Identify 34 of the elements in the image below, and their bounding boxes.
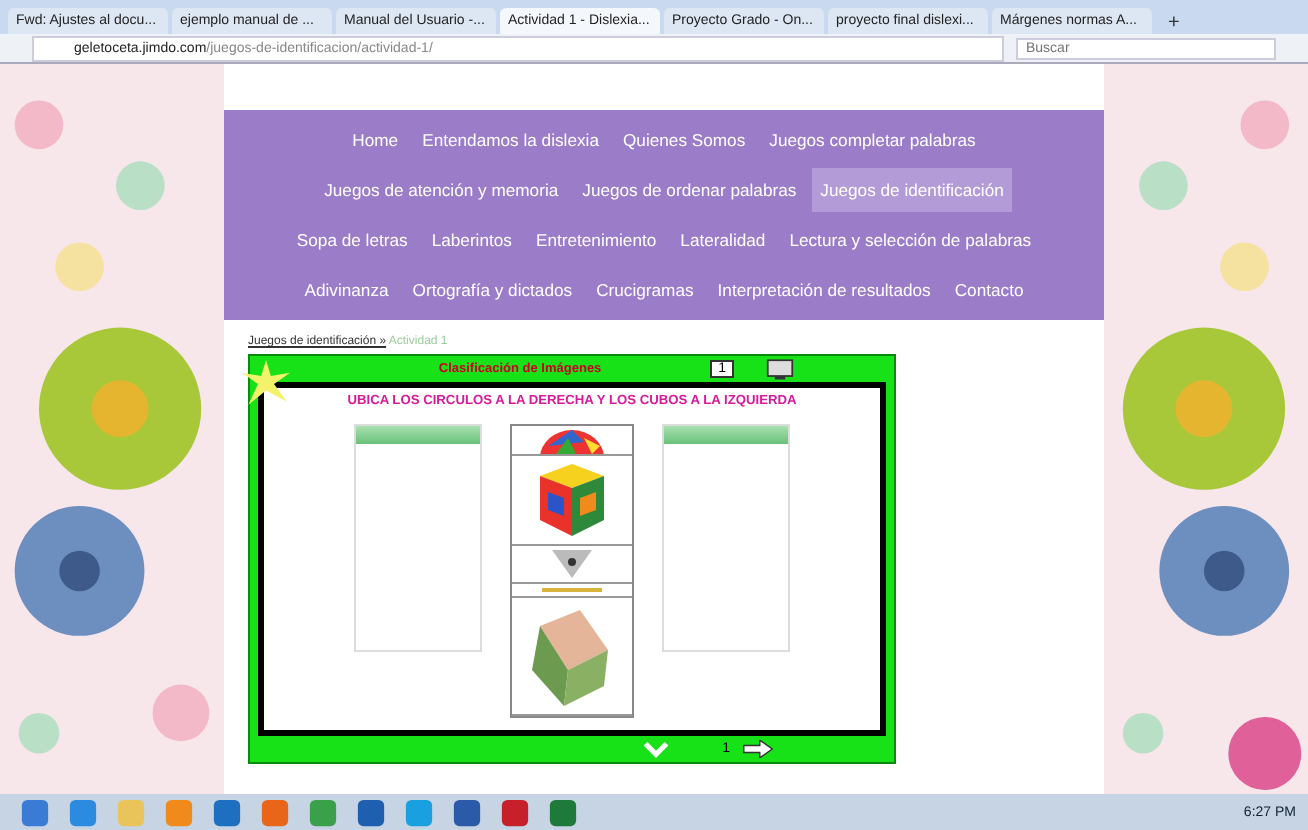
nav-link[interactable]: Juegos completar palabras [761, 118, 984, 162]
nav-link[interactable]: Entretenimiento [527, 218, 665, 262]
nav-link[interactable]: Sopa de letras [288, 218, 416, 262]
taskbar-app-icon[interactable] [548, 797, 578, 827]
taskbar-app-icon[interactable] [500, 797, 530, 827]
taskbar-app-icon[interactable] [404, 797, 434, 827]
star-icon [242, 360, 290, 408]
nav-link[interactable]: Crucigramas [588, 268, 702, 312]
nav-link[interactable]: Lectura y selección de palabras [781, 218, 1040, 262]
nav-link[interactable]: Adivinanza [296, 268, 397, 312]
taskbar-app-icon[interactable] [212, 797, 242, 827]
monitor-icon[interactable] [766, 358, 794, 380]
nav-link[interactable]: Lateralidad [672, 218, 774, 262]
nav-link[interactable]: Interpretación de resultados [709, 268, 939, 312]
taskbar-app-icon[interactable] [260, 797, 290, 827]
nav-link[interactable]: Ortografía y dictados [404, 268, 581, 312]
taskbar-app-icon[interactable] [20, 797, 50, 827]
nav-link[interactable]: Contacto [946, 268, 1032, 312]
nav-link[interactable]: Juegos de atención y memoria [316, 168, 567, 212]
check-icon[interactable] [642, 740, 671, 758]
nav-link[interactable]: Juegos de identificación [812, 168, 1012, 212]
taskbar-app-icon[interactable] [452, 797, 482, 827]
taskbar-app-icon[interactable] [356, 797, 386, 827]
taskbar-app-icon[interactable] [308, 797, 338, 827]
nav-link[interactable]: Laberintos [423, 218, 520, 262]
taskbar-app-icon[interactable] [68, 797, 98, 827]
nav-link[interactable]: Entendamos la dislexia [414, 118, 607, 162]
drop-column[interactable] [354, 424, 482, 652]
nav-link[interactable]: Quienes Somos [614, 118, 754, 162]
new-tab-button[interactable]: + [1156, 12, 1192, 34]
nav-link[interactable]: Home [344, 118, 407, 162]
arrow-right-icon[interactable] [742, 740, 774, 758]
nav-link[interactable]: Juegos de ordenar palabras [574, 168, 805, 212]
drop-column[interactable] [662, 424, 790, 652]
